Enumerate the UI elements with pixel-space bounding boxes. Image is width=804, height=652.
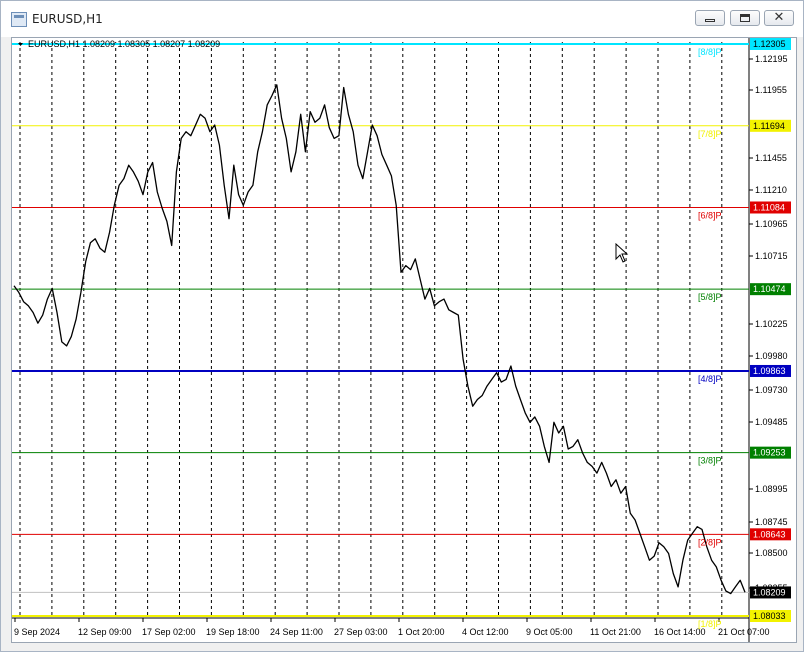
price-axis-label: 1.09730 (755, 385, 788, 395)
date-axis-label: 12 Sep 09:00 (78, 627, 132, 637)
mouse-cursor-icon (615, 243, 629, 263)
title-bar[interactable]: EURUSD,H1 ✕ (1, 1, 803, 37)
level-price-badge-text: 1.11694 (753, 121, 785, 131)
date-axis-label: 9 Sep 2024 (14, 627, 60, 637)
price-axis-label: 1.12195 (755, 54, 788, 64)
date-axis-label: 17 Sep 02:00 (142, 627, 196, 637)
level-price-badge-text: 1.09863 (753, 366, 786, 376)
price-axis-label: 1.10965 (755, 219, 788, 229)
price-chart[interactable]: 1.12195 1.11955 1.11455 1.11210 1.10965 1.107… (11, 37, 797, 643)
chart-canvas[interactable]: 1.12195 1.11955 1.11455 1.11210 1.10965 1.107… (12, 38, 796, 642)
chart-window-icon (11, 12, 27, 27)
price-axis-label: 1.09485 (755, 417, 788, 427)
date-axis-label: 24 Sep 11:00 (270, 627, 323, 637)
price-axis-label: 1.10225 (755, 319, 788, 329)
date-axis-label: 27 Sep 03:00 (334, 627, 388, 637)
level-price-badge-text: 1.10474 (753, 284, 786, 294)
date-axis-label: 21 Oct 07:00 (718, 627, 770, 637)
murrey-level-tag: [3/8]P (698, 456, 722, 466)
price-axis-label: 1.08500 (755, 548, 788, 558)
close-icon: ✕ (773, 10, 785, 25)
level-price-badge-text: 1.08033 (753, 611, 786, 621)
maximize-button[interactable] (730, 10, 760, 26)
murrey-level-tag: [5/8]P (698, 292, 722, 302)
price-line (13, 84, 746, 595)
level-price-badge-text: 1.09253 (753, 448, 786, 458)
current-price-badge-text: 1.08209 (753, 587, 786, 597)
price-axis-label: 1.11210 (755, 185, 787, 195)
close-button[interactable]: ✕ (764, 10, 794, 26)
window-title: EURUSD,H1 (32, 12, 103, 26)
murrey-level-tag: [6/8]P (698, 210, 722, 220)
murrey-level-tag: [2/8]P (698, 537, 722, 547)
murrey-level-tag: [8/8]P (698, 47, 722, 57)
price-axis-label: 1.11955 (755, 85, 787, 95)
chart-symbol-info: EURUSD,H1 1.08209 1.08305 1.08207 1.0820… (28, 39, 220, 49)
murrey-level-tag: [4/8]P (698, 374, 722, 384)
price-axis-label: 1.08995 (755, 484, 788, 494)
date-axis-label: 19 Sep 18:00 (206, 627, 260, 637)
murrey-level-tag: [1/8]P (698, 619, 722, 629)
minimize-button[interactable] (695, 10, 725, 26)
level-price-badge-text: 1.12305 (753, 39, 786, 49)
chart-window: EURUSD,H1 ✕ 1.12195 1.11955 1.11455 1.11210… (0, 0, 804, 652)
date-axis-label: 4 Oct 12:00 (462, 627, 509, 637)
level-price-badge-text: 1.08643 (753, 529, 786, 539)
price-axis-label: 1.11455 (755, 153, 787, 163)
price-axis-label: 1.09980 (755, 351, 788, 361)
price-axis-label: 1.10715 (755, 251, 788, 261)
date-axis-label: 11 Oct 21:00 (590, 627, 641, 637)
price-axis-label: 1.08745 (755, 517, 788, 527)
date-axis-label: 1 Oct 20:00 (398, 627, 445, 637)
level-price-badge-text: 1.11084 (753, 202, 785, 212)
murrey-level-tag: [7/8]P (698, 129, 722, 139)
date-axis-label: 9 Oct 05:00 (526, 627, 573, 637)
